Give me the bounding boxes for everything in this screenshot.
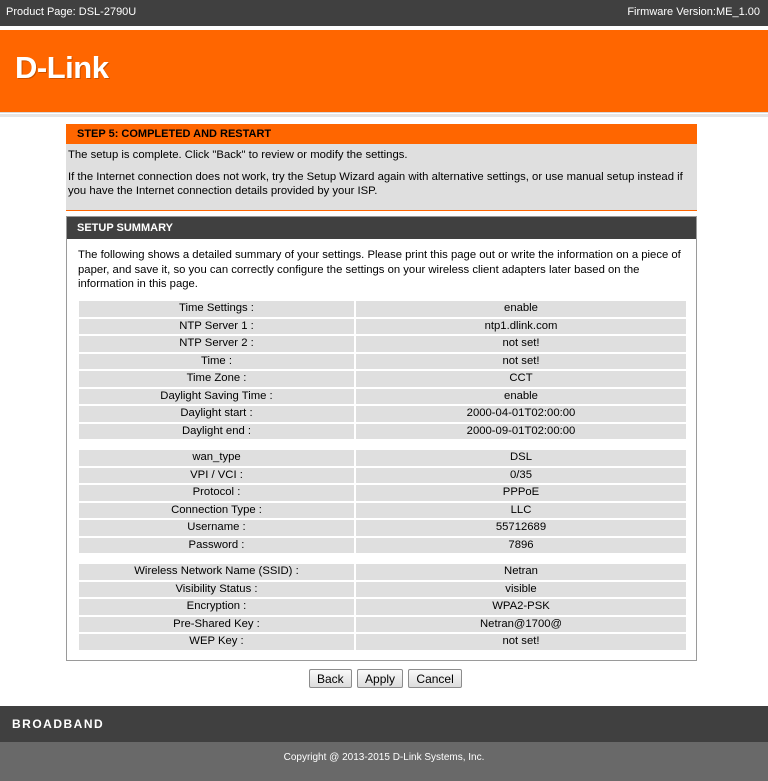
- row-value: WPA2-PSK: [356, 599, 686, 615]
- table-row: Daylight start :2000-04-01T02:00:00: [79, 406, 686, 422]
- table-row: Daylight Saving Time : enable: [79, 388, 686, 404]
- table-row: wan_type DSL: [79, 450, 686, 466]
- row-label: Username :: [79, 520, 354, 536]
- table-row: Connection Type : LLC: [79, 502, 686, 518]
- row-label: Daylight start :: [79, 406, 354, 422]
- row-value: enable: [356, 388, 686, 404]
- row-value: visible: [356, 581, 686, 597]
- table-row: Time Zone : CCT: [79, 371, 686, 387]
- row-value: ntp1.dlink.com: [356, 318, 686, 334]
- row-label: Daylight end :: [79, 423, 354, 439]
- row-value: PPPoE: [356, 485, 686, 501]
- row-value: LLC: [356, 502, 686, 518]
- row-label: Wireless Network Name (SSID) :: [79, 564, 354, 580]
- row-value: CCT: [356, 371, 686, 387]
- row-label: NTP Server 2 :: [79, 336, 354, 352]
- step-title: STEP 5: COMPLETED AND RESTART: [66, 124, 697, 144]
- table-row: Password :7896: [79, 537, 686, 553]
- footer-brand-bar: BROADBAND: [0, 706, 768, 742]
- back-button[interactable]: Back: [309, 669, 352, 688]
- row-value: not set!: [356, 634, 686, 650]
- table-row: NTP Server 1 : ntp1.dlink.com: [79, 318, 686, 334]
- top-bar: Product Page: DSL-2790U Firmware Version…: [0, 0, 768, 26]
- row-value: 2000-04-01T02:00:00: [356, 406, 686, 422]
- table-row: VPI / VCI :0/35: [79, 467, 686, 483]
- row-label: NTP Server 1 :: [79, 318, 354, 334]
- row-label: Encryption :: [79, 599, 354, 615]
- row-value: 55712689: [356, 520, 686, 536]
- cancel-button[interactable]: Cancel: [408, 669, 462, 688]
- table-row: Wireless Network Name (SSID) : Netran: [79, 564, 686, 580]
- brand-header: D-Link: [0, 30, 768, 113]
- dlink-logo: D-Link: [15, 50, 109, 85]
- table-row: Pre-Shared Key : Netran@1700@: [79, 616, 686, 632]
- copyright-text: Copyright @ 2013-2015 D-Link Systems, In…: [283, 752, 485, 763]
- firmware-version-label: Firmware Version:ME_1.00: [627, 6, 760, 18]
- row-label: VPI / VCI :: [79, 467, 354, 483]
- table-row: NTP Server 2 : not set!: [79, 336, 686, 352]
- row-label: Time :: [79, 353, 354, 369]
- row-value: enable: [356, 301, 686, 317]
- table-row: Time Settings : enable: [79, 301, 686, 317]
- row-label: Connection Type :: [79, 502, 354, 518]
- row-label: wan_type: [79, 450, 354, 466]
- table-row: Protocol : PPPoE: [79, 485, 686, 501]
- row-value: not set!: [356, 353, 686, 369]
- row-label: Daylight Saving Time :: [79, 388, 354, 404]
- wan-settings-table: wan_type DSL VPI / VCI :0/35 Protocol : PP…: [77, 448, 688, 555]
- header-divider: [0, 114, 768, 117]
- table-row: WEP Key : not set!: [79, 634, 686, 650]
- table-row: Time : not set!: [79, 353, 686, 369]
- step-panel: STEP 5: COMPLETED AND RESTART The setup …: [66, 124, 697, 211]
- summary-description: The following shows a detailed summary o…: [78, 249, 681, 290]
- summary-title: SETUP SUMMARY: [67, 217, 696, 239]
- table-row: Username :55712689: [79, 520, 686, 536]
- row-label: Visibility Status :: [79, 581, 354, 597]
- row-value: 0/35: [356, 467, 686, 483]
- row-value: Netran: [356, 564, 686, 580]
- row-label: Protocol :: [79, 485, 354, 501]
- table-row: Daylight end :2000-09-01T02:00:00: [79, 423, 686, 439]
- step-help-text: If the Internet connection does not work…: [68, 171, 683, 197]
- setup-summary-panel: SETUP SUMMARY The following shows a deta…: [66, 216, 697, 661]
- row-label: Time Settings :: [79, 301, 354, 317]
- step-complete-text: The setup is complete. Click "Back" to r…: [68, 149, 408, 161]
- table-row: Visibility Status : visible: [79, 581, 686, 597]
- row-value: DSL: [356, 450, 686, 466]
- row-label: Password :: [79, 537, 354, 553]
- product-page-label: Product Page: DSL-2790U: [6, 6, 137, 18]
- row-value: not set!: [356, 336, 686, 352]
- row-value: 2000-09-01T02:00:00: [356, 423, 686, 439]
- row-label: WEP Key :: [79, 634, 354, 650]
- row-label: Pre-Shared Key :: [79, 616, 354, 632]
- row-value: Netran@1700@: [356, 616, 686, 632]
- time-settings-table: Time Settings : enable NTP Server 1 : ntp1…: [77, 299, 688, 441]
- action-buttons: Back Apply Cancel: [309, 669, 464, 688]
- table-row: Encryption : WPA2-PSK: [79, 599, 686, 615]
- apply-button[interactable]: Apply: [357, 669, 404, 688]
- wireless-settings-table: Wireless Network Name (SSID) : Netran Vis…: [77, 562, 688, 652]
- broadband-logo: BROADBAND: [12, 717, 105, 731]
- copyright-bar: Copyright @ 2013-2015 D-Link Systems, In…: [0, 742, 768, 781]
- row-value: 7896: [356, 537, 686, 553]
- row-label: Time Zone :: [79, 371, 354, 387]
